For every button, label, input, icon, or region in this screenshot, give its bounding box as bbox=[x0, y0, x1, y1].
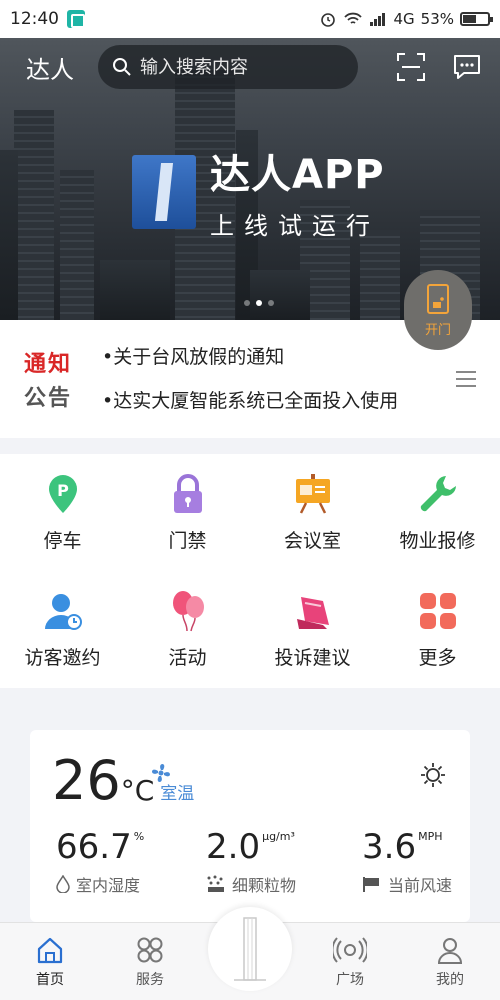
banner-title: 达人APP bbox=[210, 152, 385, 198]
door-lock-icon bbox=[427, 283, 449, 314]
wifi-icon bbox=[344, 12, 363, 24]
carousel-indicator bbox=[244, 300, 274, 306]
notice-item[interactable]: •关于台风放假的通知 bbox=[102, 335, 456, 379]
search-icon bbox=[113, 58, 131, 76]
home-icon bbox=[37, 937, 63, 963]
scan-icon[interactable] bbox=[396, 52, 426, 82]
nav-services[interactable]: 服务 bbox=[100, 923, 200, 1000]
service-access[interactable]: 门禁 bbox=[125, 454, 250, 571]
wind-flag-icon bbox=[363, 877, 379, 892]
fan-icon bbox=[152, 764, 170, 782]
app-logo-icon bbox=[132, 154, 196, 229]
pm25-icon bbox=[207, 875, 224, 892]
wind-metric: 3.6 MPH 当前风速 bbox=[362, 827, 453, 895]
droplet-icon bbox=[56, 875, 70, 893]
banner-logo: 达人APP 上线试运行 bbox=[132, 142, 385, 241]
sun-icon bbox=[421, 763, 445, 787]
nav-home[interactable]: 首页 bbox=[0, 923, 100, 1000]
city-selector[interactable]: 达人 bbox=[26, 50, 98, 85]
balloon-icon bbox=[172, 591, 204, 632]
message-icon[interactable] bbox=[452, 52, 482, 82]
carousel-dot[interactable] bbox=[244, 300, 250, 306]
service-activity[interactable]: 活动 bbox=[125, 571, 250, 688]
banner-subtitle: 上线试运行 bbox=[210, 212, 380, 240]
battery-percent: 53% bbox=[420, 10, 454, 28]
complaint-icon bbox=[296, 597, 329, 629]
status-time: 12:40 bbox=[10, 9, 59, 29]
battery-icon bbox=[460, 12, 493, 26]
service-meeting-room[interactable]: 会议室 bbox=[250, 454, 375, 571]
service-repair[interactable]: 物业报修 bbox=[375, 454, 500, 571]
carousel-dot[interactable] bbox=[256, 300, 262, 306]
plaza-icon bbox=[333, 936, 367, 963]
notice-more-icon[interactable] bbox=[456, 371, 476, 387]
carousel-dot[interactable] bbox=[268, 300, 274, 306]
svg-text:P: P bbox=[57, 481, 69, 500]
open-door-button[interactable]: 开门 bbox=[404, 270, 472, 350]
lock-icon bbox=[173, 474, 202, 513]
nav-center-button[interactable] bbox=[200, 907, 300, 1000]
signal-icon bbox=[370, 13, 386, 26]
notice-badge: 通知 公告 bbox=[24, 352, 73, 411]
service-more[interactable]: 更多 bbox=[375, 571, 500, 688]
alarm-icon bbox=[321, 13, 336, 27]
network-type: 4G bbox=[393, 10, 415, 28]
parking-icon: P bbox=[48, 475, 77, 513]
more-icon bbox=[419, 593, 456, 629]
building-logo-icon bbox=[234, 917, 266, 981]
profile-icon bbox=[437, 937, 463, 964]
open-door-label: 开门 bbox=[424, 322, 451, 338]
services-icon bbox=[137, 937, 163, 962]
scanner-app-icon bbox=[67, 10, 85, 28]
service-grid: P 停车 门禁 会议室 物业报修 访客邀约 活动 投诉建议 更多 bbox=[0, 454, 500, 688]
meeting-room-icon bbox=[295, 474, 330, 514]
bottom-nav: 首页 服务 广场 我的 bbox=[0, 907, 500, 1000]
environment-card[interactable]: 26 °C 室温 66.7% 室内湿度 2.0 μg/m³ 细颗粒物 3.6 MPH… bbox=[30, 730, 470, 922]
service-parking[interactable]: P 停车 bbox=[0, 454, 125, 571]
wrench-icon bbox=[420, 476, 456, 512]
humidity-metric: 66.7% 室内湿度 bbox=[56, 827, 145, 895]
service-complaint[interactable]: 投诉建议 bbox=[250, 571, 375, 688]
notice-item[interactable]: •达实大厦智能系统已全面投入使用 bbox=[102, 379, 456, 423]
service-visitor[interactable]: 访客邀约 bbox=[0, 571, 125, 688]
search-bar[interactable] bbox=[98, 45, 358, 89]
pm25-metric: 2.0 μg/m³ 细颗粒物 bbox=[206, 827, 297, 895]
nav-profile[interactable]: 我的 bbox=[400, 923, 500, 1000]
search-input[interactable] bbox=[140, 56, 340, 78]
status-bar: 12:40 4G 53% bbox=[0, 0, 500, 38]
visitor-icon bbox=[44, 594, 82, 630]
nav-plaza[interactable]: 广场 bbox=[300, 923, 400, 1000]
